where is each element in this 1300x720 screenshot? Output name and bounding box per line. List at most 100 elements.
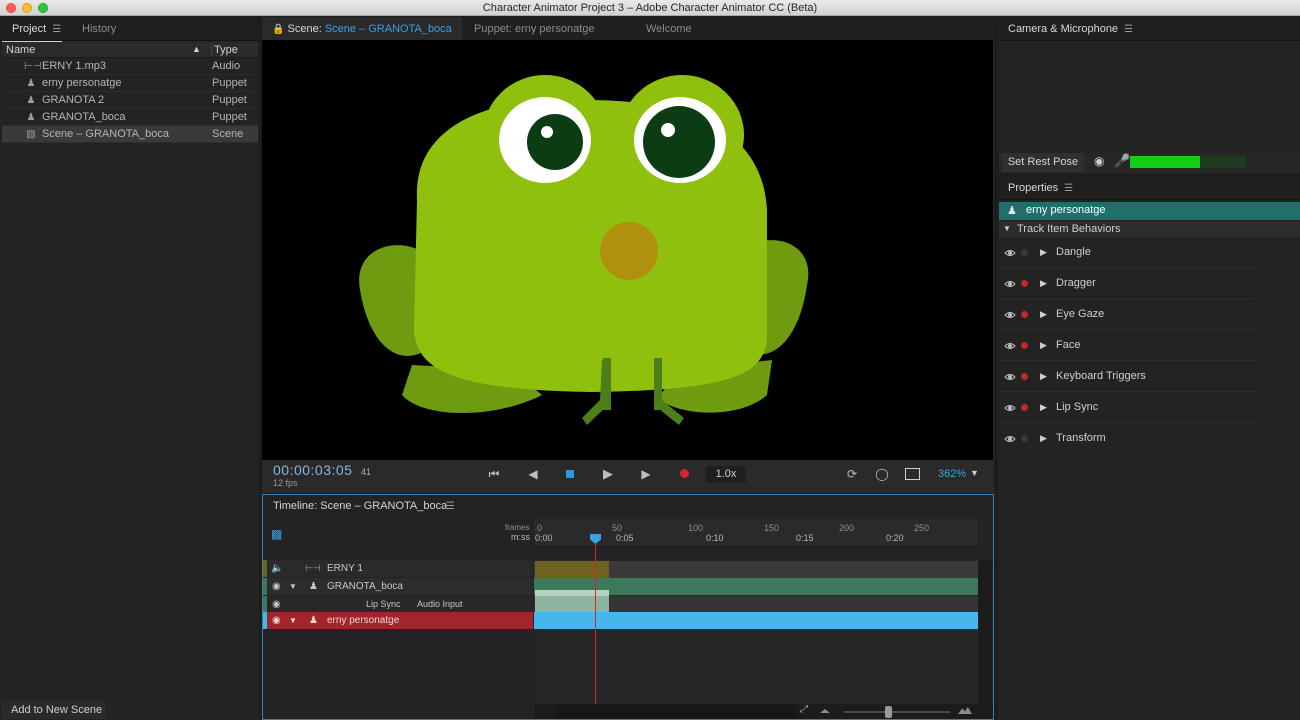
project-item-type: Puppet: [212, 77, 247, 89]
scene-canvas[interactable]: [262, 40, 993, 460]
mic-level-fill: [1130, 156, 1200, 168]
camera-panel-title: Camera & Microphone: [1008, 23, 1119, 35]
selected-puppet-bar[interactable]: ♟ erny personatge: [999, 202, 1300, 220]
go-to-start-button[interactable]: ⏮: [486, 462, 502, 486]
expand-triangle-icon[interactable]: ▶: [1040, 247, 1047, 258]
visibility-eye-icon[interactable]: [1004, 402, 1016, 414]
project-item-audio[interactable]: ⊢⊣ ERNY 1.mp3 Audio: [2, 58, 258, 75]
tab-scene-name: Scene – GRANOTA_boca: [324, 23, 452, 35]
track-audio-header[interactable]: 🔈 ⊢⊣ ERNY 1: [263, 560, 533, 577]
tab-history[interactable]: History: [72, 17, 116, 41]
frame-toggle-icon[interactable]: [905, 468, 920, 480]
behavior-row-keyboard-triggers[interactable]: ▶ Keyboard Triggers: [1000, 362, 1255, 392]
collapse-triangle-icon[interactable]: ▼: [1003, 224, 1011, 233]
zoom-slider-thumb[interactable]: [885, 706, 892, 718]
visibility-eye-icon[interactable]: ◉: [272, 596, 281, 613]
tab-project[interactable]: Project ☰: [2, 17, 61, 41]
record-arm-dot[interactable]: [1021, 373, 1028, 380]
visibility-eye-icon[interactable]: [1004, 433, 1016, 445]
tab-project-label: Project: [12, 23, 47, 35]
tab-properties[interactable]: Properties ☰: [998, 176, 1073, 200]
tab-puppet[interactable]: Puppet: erny personatge: [464, 17, 594, 41]
stop-button[interactable]: [562, 462, 578, 486]
sort-ascending-icon[interactable]: ▲: [192, 44, 201, 54]
minimize-window-button[interactable]: [22, 3, 32, 13]
lipsync-take[interactable]: [535, 596, 609, 613]
expand-triangle-icon[interactable]: ▼: [289, 612, 297, 629]
panel-menu-icon[interactable]: ☰: [1124, 18, 1133, 42]
panel-menu-icon[interactable]: ☰: [52, 18, 61, 42]
behavior-row-dragger[interactable]: ▶ Dragger: [1000, 269, 1255, 299]
record-arm-dot[interactable]: [1021, 249, 1028, 256]
panel-menu-icon[interactable]: ☰: [446, 501, 455, 512]
timeline-tools-icon[interactable]: ▩: [271, 527, 282, 541]
lock-icon[interactable]: 🔒: [272, 24, 284, 35]
blend-icon[interactable]: ◯: [874, 462, 890, 486]
visibility-eye-icon[interactable]: ◉: [272, 612, 281, 629]
track-item-behaviors-section[interactable]: ▼ Track Item Behaviors: [999, 221, 1300, 239]
expand-triangle-icon[interactable]: ▶: [1040, 433, 1047, 444]
column-name[interactable]: Name: [6, 44, 35, 56]
project-item-puppet[interactable]: ♟ GRANOTA 2 Puppet: [2, 92, 258, 109]
panel-menu-icon[interactable]: ☰: [1064, 177, 1073, 201]
timecode-display[interactable]: 00:00:03:05: [273, 462, 352, 478]
visibility-eye-icon[interactable]: [1004, 371, 1016, 383]
record-arm-dot[interactable]: [1021, 435, 1028, 442]
behavior-row-dangle[interactable]: ▶ Dangle: [1000, 238, 1255, 268]
tab-scene[interactable]: 🔒 Scene: Scene – GRANOTA_boca ☰: [262, 17, 462, 60]
zoom-slider-track[interactable]: [844, 711, 950, 713]
playback-speed-field[interactable]: 1.0x: [706, 466, 746, 483]
project-item-name: GRANOTA_boca: [42, 111, 126, 123]
set-rest-pose-button[interactable]: Set Rest Pose: [1002, 153, 1084, 172]
project-item-puppet[interactable]: ♟ GRANOTA_boca Puppet: [2, 109, 258, 126]
expand-triangle-icon[interactable]: ▶: [1040, 309, 1047, 320]
behavior-row-face[interactable]: ▶ Face: [1000, 331, 1255, 361]
audio-clip[interactable]: [535, 561, 609, 578]
expand-triangle-icon[interactable]: ▶: [1040, 340, 1047, 351]
close-window-button[interactable]: [6, 3, 16, 13]
expand-icon[interactable]: ⤢: [800, 704, 808, 715]
step-back-button[interactable]: ◀​: [525, 462, 541, 486]
expand-triangle-icon[interactable]: ▶: [1040, 371, 1047, 382]
chevron-down-icon[interactable]: ▼: [970, 468, 979, 478]
record-button[interactable]: [676, 462, 692, 486]
visibility-eye-icon[interactable]: [1004, 247, 1016, 259]
track-puppet-selected-header[interactable]: ◉ ▼ ♟ erny personatge: [263, 612, 533, 629]
visibility-eye-icon[interactable]: [1004, 278, 1016, 290]
selected-puppet-track-bar[interactable]: [534, 612, 978, 629]
visibility-eye-icon[interactable]: [1004, 309, 1016, 321]
webcam-icon[interactable]: ◉: [1094, 154, 1104, 168]
timeline-vertical-scrollbar[interactable]: [978, 560, 992, 704]
behavior-row-transform[interactable]: ▶ Transform: [1000, 424, 1255, 454]
play-button[interactable]: ▶: [600, 462, 616, 486]
step-forward-button[interactable]: ▶​: [638, 462, 654, 486]
tab-welcome[interactable]: Welcome: [636, 17, 692, 41]
add-to-new-scene-button[interactable]: Add to New Scene: [2, 701, 106, 719]
behavior-row-eye-gaze[interactable]: ▶ Eye Gaze: [1000, 300, 1255, 330]
column-type[interactable]: Type: [211, 44, 238, 56]
frog-puppet[interactable]: [262, 40, 993, 460]
expand-triangle-icon[interactable]: ▶: [1040, 402, 1047, 413]
project-item-puppet[interactable]: ♟ erny personatge Puppet: [2, 75, 258, 92]
zoom-level[interactable]: 362%: [938, 468, 966, 480]
visibility-eye-icon[interactable]: [1004, 340, 1016, 352]
horizontal-scrollbar[interactable]: [556, 705, 796, 718]
microphone-icon[interactable]: 🎤: [1114, 153, 1130, 169]
visibility-eye-icon[interactable]: ◉: [272, 578, 281, 595]
record-arm-dot[interactable]: [1021, 311, 1028, 318]
zoom-window-button[interactable]: [38, 3, 48, 13]
tab-camera-microphone[interactable]: Camera & Microphone ☰: [998, 17, 1133, 41]
record-arm-dot[interactable]: [1021, 280, 1028, 287]
frog-right-eye-highlight: [661, 123, 675, 137]
speaker-icon[interactable]: 🔈: [271, 560, 283, 577]
track-puppet-header[interactable]: ◉ ▼ ♟ GRANOTA_boca: [263, 578, 533, 595]
track-behavior-row[interactable]: ◉ Lip Sync Audio Input: [263, 596, 533, 613]
record-arm-dot[interactable]: [1021, 404, 1028, 411]
timeline-ruler[interactable]: [534, 519, 978, 547]
behavior-row-lip-sync[interactable]: ▶ Lip Sync: [1000, 393, 1255, 423]
record-arm-dot[interactable]: [1021, 342, 1028, 349]
expand-triangle-icon[interactable]: ▶: [1040, 278, 1047, 289]
loop-icon[interactable]: ⟳: [844, 462, 860, 486]
project-item-scene[interactable]: ▧ Scene – GRANOTA_boca Scene: [2, 126, 258, 143]
expand-triangle-icon[interactable]: ▼: [289, 578, 297, 595]
